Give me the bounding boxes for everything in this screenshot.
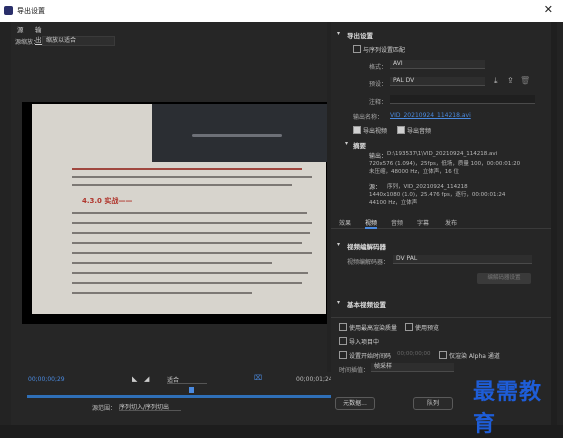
tab-audio[interactable]: 音频 — [391, 218, 403, 227]
playback-bar: 00;00;00;29 ◣ ◢ 适合 ⌧ 00;00;01;24 源范围： 序列… — [22, 372, 338, 425]
tab-captions[interactable]: 字幕 — [417, 218, 429, 227]
video-codec-dropdown[interactable]: DV PAL — [393, 255, 532, 264]
export-video-label: 导出视频 — [363, 128, 388, 135]
queue-button[interactable]: 队列 — [413, 397, 453, 410]
export-audio-checkbox[interactable] — [397, 126, 405, 134]
source-scale-label: 源缩放： — [15, 39, 40, 46]
preview-frame-image: 4.3.0 实战—— — [32, 104, 327, 314]
export-settings-window: 导出设置 ✕ 源 输出 源缩放： 缩放以适合 4.3.0 实战—— 00;00;… — [0, 0, 563, 437]
text-line — [72, 272, 308, 274]
delete-preset-icon[interactable]: 🗑 — [520, 76, 530, 85]
codec-settings-button[interactable]: 编解码器设置 — [477, 273, 531, 284]
export-settings-title: 导出设置 — [347, 32, 373, 40]
mark-in-icon[interactable]: ◣ — [132, 375, 137, 383]
export-settings-panel: 导出设置 ▾ 与序列设置匹配 格式： AVI 预设： PAL DV ⤓ ⇪ 🗑 … — [331, 22, 553, 425]
max-render-quality-checkbox[interactable] — [339, 323, 347, 331]
video-codec-label: 视频编解码器： — [347, 259, 390, 266]
phone-bar — [192, 134, 282, 137]
text-line — [72, 292, 252, 294]
interpolation-dropdown[interactable]: 帧采样 — [371, 363, 454, 372]
tab-video[interactable]: 视频 — [365, 218, 378, 229]
summary-source-line2: 44100 Hz，立体声 — [369, 200, 418, 206]
close-icon[interactable]: ✕ — [544, 3, 553, 16]
settings-tabs: 效果 视频 音频 字幕 发布 — [331, 218, 553, 229]
import-project-checkbox[interactable] — [339, 337, 347, 345]
start-timecode-checkbox[interactable] — [339, 351, 347, 359]
source-range-dropdown[interactable]: 序列切入/序列切出 — [119, 402, 181, 411]
match-sequence-label: 与序列设置匹配 — [363, 47, 406, 54]
window-title: 导出设置 — [17, 7, 45, 15]
source-scale-dropdown[interactable]: 缩放以适合 — [42, 36, 115, 46]
tab-publish[interactable]: 发布 — [445, 218, 457, 227]
video-preview: 4.3.0 实战—— — [22, 102, 327, 324]
text-line — [72, 262, 272, 264]
app-icon — [4, 6, 13, 15]
use-previews-label: 使用预览 — [415, 325, 440, 332]
summary-collapse-icon[interactable]: ▾ — [345, 140, 348, 147]
export-video-checkbox[interactable] — [353, 126, 361, 134]
render-alpha-checkbox[interactable] — [439, 351, 447, 359]
output-name-label: 输出名称： — [353, 114, 384, 121]
basic-video-collapse-icon[interactable]: ▾ — [337, 299, 340, 306]
summary-output-line1: 720x576 (1.094)，25fps，低场，质量 100，00:00:01… — [369, 161, 521, 167]
metadata-button[interactable]: 元数据... — [335, 397, 375, 410]
format-label: 格式： — [369, 64, 388, 71]
phone-image — [152, 104, 327, 162]
end-timecode: 00;00;01;24 — [296, 376, 333, 383]
summary-source-line0: 序列，VID_20210924_114218 — [387, 184, 468, 190]
preset-label: 预设： — [369, 81, 388, 88]
format-dropdown[interactable]: AVI — [390, 60, 485, 69]
interpolation-label: 时间插值： — [339, 367, 370, 374]
comment-field[interactable] — [390, 95, 535, 104]
start-timecode-value[interactable]: 00;00;00;00 — [397, 351, 431, 357]
export-audio-label: 导出音频 — [407, 128, 432, 135]
tab-effects[interactable]: 效果 — [339, 218, 351, 227]
basic-video-title: 基本视频设置 — [347, 301, 386, 309]
text-line — [72, 232, 310, 234]
codec-collapse-icon[interactable]: ▾ — [337, 241, 340, 248]
source-output-panel: 源 输出 源缩放： 缩放以适合 4.3.0 实战—— 00;00;00;29 ◣… — [11, 22, 338, 425]
text-line — [72, 168, 302, 170]
current-timecode[interactable]: 00;00;00;29 — [28, 376, 65, 383]
summary-output-line2: 未压缩，48000 Hz，立体声，16 位 — [369, 169, 460, 175]
preset-dropdown[interactable]: PAL DV — [390, 77, 485, 86]
mark-out-icon[interactable]: ◢ — [144, 375, 149, 383]
tab-source[interactable]: 源 — [17, 24, 24, 34]
playhead[interactable] — [189, 387, 194, 393]
summary-source-line1: 1440x1080 (1.0)，25.476 fps，逐行，00:00:01:2… — [369, 192, 506, 198]
import-preset-icon[interactable]: ⇪ — [507, 76, 514, 85]
max-render-quality-label: 使用最高渲染质量 — [349, 325, 398, 332]
summary-title: 摘要 — [353, 142, 366, 150]
save-preset-icon[interactable]: ⤓ — [494, 76, 498, 86]
match-sequence-checkbox[interactable] — [353, 45, 361, 53]
title-bar: 导出设置 ✕ — [0, 0, 563, 22]
text-line — [72, 212, 307, 214]
comment-label: 注释： — [369, 99, 388, 106]
use-previews-checkbox[interactable] — [405, 323, 413, 331]
preview-heading: 4.3.0 实战—— — [82, 197, 133, 205]
summary-output-path: D:\193537\1\VID_20210924_114218.avi — [387, 151, 498, 157]
text-line — [72, 176, 312, 178]
text-line — [72, 252, 312, 254]
render-alpha-label: 仅渲染 Alpha 通道 — [449, 353, 500, 360]
collapse-icon[interactable]: ▾ — [337, 30, 340, 37]
divider — [331, 317, 553, 318]
import-project-label: 导入项目中 — [349, 339, 380, 346]
text-line — [72, 242, 302, 244]
start-timecode-label: 设置开始时间码 — [349, 353, 392, 360]
crop-icon[interactable]: ⌧ — [254, 374, 262, 382]
output-name-link[interactable]: VID_20210924_114218.avi — [390, 112, 471, 119]
fit-dropdown[interactable]: 适合 — [167, 375, 207, 384]
text-line — [72, 184, 292, 186]
watermark: 最需教育 — [473, 379, 543, 437]
video-codec-title: 视频编解码器 — [347, 243, 386, 251]
text-line — [72, 282, 302, 284]
scrollbar[interactable] — [551, 22, 557, 425]
text-line — [72, 222, 312, 224]
timeline-scrubber[interactable] — [27, 395, 336, 398]
source-range-label: 源范围： — [92, 405, 117, 412]
